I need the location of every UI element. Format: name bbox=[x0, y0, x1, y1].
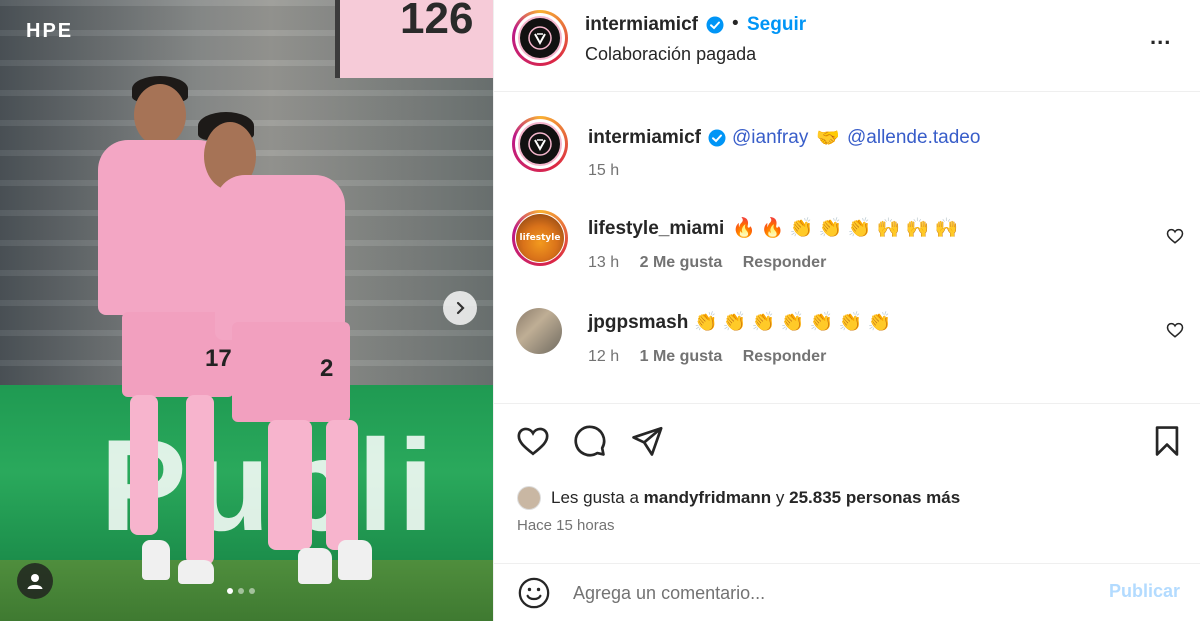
paid-partnership-label[interactable]: Colaboración pagada bbox=[585, 44, 756, 65]
caption-time[interactable]: 15 h bbox=[588, 162, 619, 179]
post-actions: Les gusta a mandyfridmann y 25.835 perso… bbox=[494, 403, 1200, 563]
handshake-emoji: 🤝 bbox=[816, 128, 840, 149]
comment-text: 🔥 🔥 👏 👏 👏 🙌 🙌 🙌 bbox=[732, 218, 959, 239]
separator-dot: • bbox=[732, 13, 739, 34]
caption-avatar[interactable] bbox=[512, 116, 568, 172]
comment-likes[interactable]: 1 Me gusta bbox=[640, 348, 723, 365]
carousel-dot bbox=[238, 588, 244, 594]
next-photo-button[interactable] bbox=[443, 291, 477, 325]
tagged-users-button[interactable] bbox=[17, 563, 53, 599]
post-detail-panel: intermiamicf • Seguir Colaboración pagad… bbox=[493, 0, 1200, 621]
chevron-right-icon bbox=[456, 301, 465, 315]
jersey-number-17: 17 bbox=[205, 345, 232, 372]
author-username[interactable]: intermiamicf bbox=[585, 14, 698, 36]
carousel-dot bbox=[227, 588, 233, 594]
reply-button[interactable]: Responder bbox=[743, 348, 827, 365]
more-options-icon[interactable]: ... bbox=[1150, 24, 1171, 50]
hpe-logo: HPE bbox=[26, 20, 74, 42]
verified-badge-icon bbox=[708, 129, 726, 152]
post-time[interactable]: Hace 15 horas bbox=[517, 517, 615, 534]
comment-time[interactable]: 13 h bbox=[588, 254, 619, 271]
carousel-dots bbox=[227, 588, 255, 594]
likes-count[interactable]: 25.835 personas más bbox=[789, 488, 960, 508]
user-icon bbox=[27, 574, 43, 589]
caption-username[interactable]: intermiamicf bbox=[588, 127, 701, 149]
jersey-number-2: 2 bbox=[320, 355, 334, 382]
post-photo[interactable]: 126 Publi HPE 17 2 bbox=[0, 0, 493, 621]
comment-username[interactable]: lifestyle_miami bbox=[588, 218, 724, 240]
mention-link[interactable]: @allende.tadeo bbox=[847, 127, 980, 149]
share-send-icon[interactable] bbox=[630, 424, 664, 463]
like-heart-icon[interactable] bbox=[516, 424, 550, 463]
like-comment-heart-icon[interactable] bbox=[1166, 227, 1184, 250]
carousel-dot bbox=[249, 588, 255, 594]
author-avatar[interactable] bbox=[512, 10, 568, 66]
avatar-logo-text: lifestyle bbox=[519, 233, 561, 243]
comment-likes[interactable]: 2 Me gusta bbox=[640, 254, 723, 271]
add-comment-bar: Publicar bbox=[494, 563, 1200, 621]
save-bookmark-icon[interactable] bbox=[1150, 424, 1184, 463]
likes-summary: Les gusta a mandyfridmann y 25.835 perso… bbox=[517, 486, 960, 510]
comment-username[interactable]: jpgpsmash bbox=[588, 312, 688, 334]
reply-button[interactable]: Responder bbox=[743, 254, 827, 271]
like-comment-heart-icon[interactable] bbox=[1166, 321, 1184, 344]
emoji-smiley-icon[interactable] bbox=[517, 576, 551, 615]
liker-avatar[interactable] bbox=[517, 486, 541, 510]
scoreboard-text: 126 bbox=[400, 0, 474, 43]
verified-badge-icon bbox=[706, 16, 724, 39]
comment-meta: 12 h 1 Me gusta Responder bbox=[588, 348, 842, 366]
commenter-avatar[interactable]: lifestyle bbox=[512, 210, 568, 266]
club-crest-icon bbox=[528, 132, 552, 156]
mention-link[interactable]: @ianfray bbox=[732, 127, 808, 149]
club-crest-icon bbox=[528, 26, 552, 50]
comment-time[interactable]: 12 h bbox=[588, 348, 619, 365]
comment-meta: 13 h 2 Me gusta Responder bbox=[588, 254, 842, 272]
follow-button[interactable]: Seguir bbox=[747, 14, 806, 36]
liker-username[interactable]: mandyfridmann bbox=[644, 488, 772, 508]
likes-prefix: Les gusta a bbox=[551, 488, 639, 507]
comment-text: 👏 👏 👏 👏 👏 👏 👏 bbox=[694, 312, 892, 333]
comment-input[interactable] bbox=[573, 578, 1093, 608]
publish-button[interactable]: Publicar bbox=[1109, 581, 1180, 602]
likes-connector: y bbox=[775, 488, 785, 507]
scoreboard: 126 bbox=[335, 0, 493, 78]
post-header: intermiamicf • Seguir Colaboración pagad… bbox=[494, 0, 1200, 92]
commenter-avatar[interactable] bbox=[516, 308, 562, 354]
caption-meta: 15 h bbox=[588, 162, 635, 180]
comment-bubble-icon[interactable] bbox=[573, 424, 607, 463]
